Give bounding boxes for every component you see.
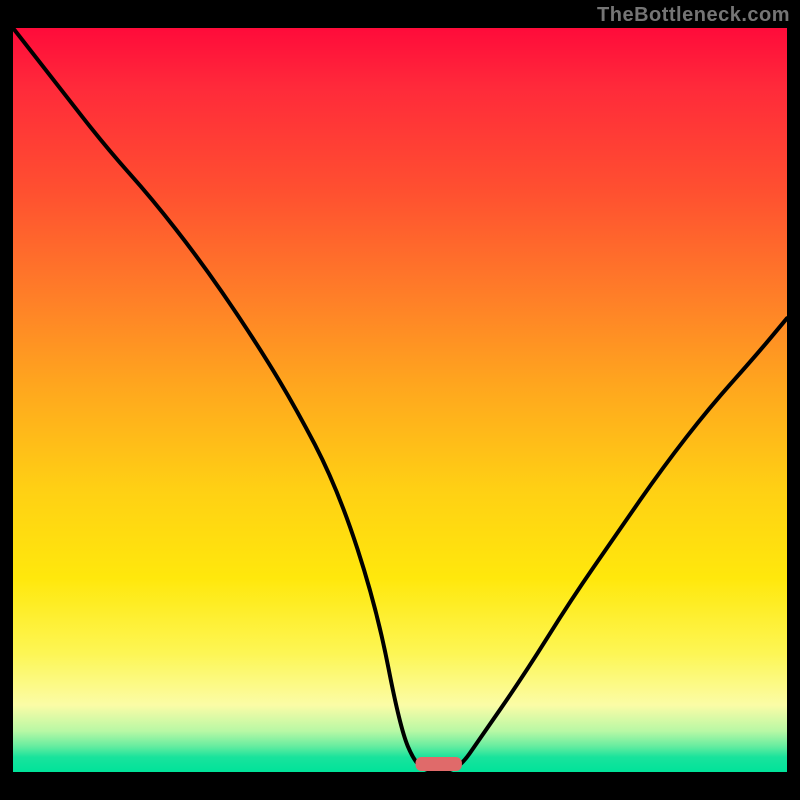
bottleneck-curve-path	[13, 28, 787, 772]
watermark-text: TheBottleneck.com	[597, 4, 790, 27]
optimal-marker	[416, 757, 462, 771]
chart-svg	[13, 28, 787, 772]
plot-area	[13, 28, 787, 772]
chart-frame: TheBottleneck.com	[0, 0, 800, 800]
